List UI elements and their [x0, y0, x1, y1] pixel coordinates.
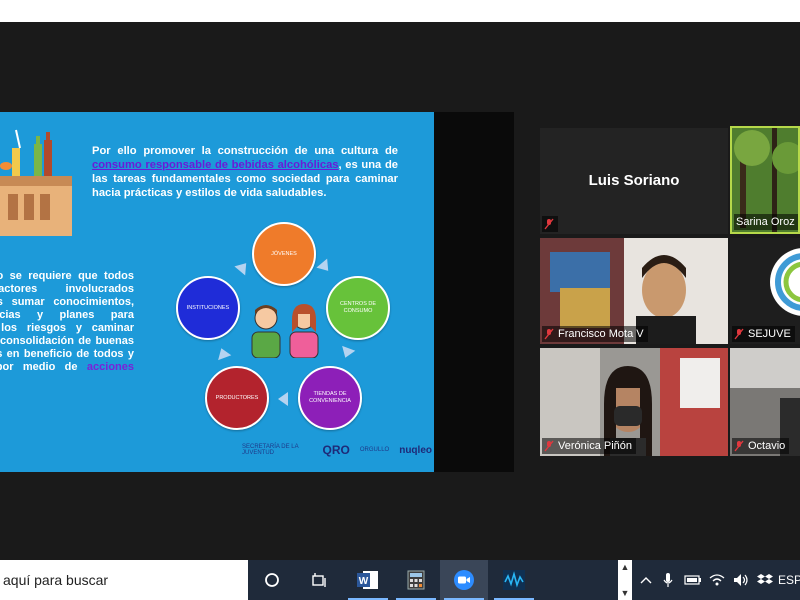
- participant-name: Octavio: [748, 440, 786, 452]
- slide-footer-logos: SECRETARÍA DE LA JUVENTUD QRO ORGULLO nu…: [242, 442, 432, 458]
- language-indicator[interactable]: ESP: [778, 560, 800, 600]
- scroll-up-icon[interactable]: ▲: [621, 562, 630, 572]
- footer-qro-logo: QRO: [322, 443, 350, 457]
- participant-name-tag: [542, 216, 558, 232]
- participant-name: SEJUVE: [748, 328, 791, 340]
- windows-taskbar: aquí para buscar W ▲ ▼ ESP: [0, 560, 800, 600]
- slide-title: Por ello promover la construcción de una…: [92, 144, 398, 200]
- participant-tile[interactable]: SEJUVE: [730, 238, 800, 344]
- muted-mic-icon: [544, 440, 554, 452]
- zoom-icon: [454, 570, 474, 590]
- node-jovenes: JÓVENES: [252, 222, 316, 286]
- node-instituciones: INSTITUCIONES: [176, 276, 240, 340]
- participant-name-tag: Francisco Mota V: [542, 326, 648, 342]
- microphone-tray-icon[interactable]: [658, 560, 678, 600]
- shared-screen-margin: [434, 112, 514, 472]
- footer-nuqleo-logo: nuqleo: [399, 444, 432, 456]
- taskbar-scroll[interactable]: ▲ ▼: [618, 560, 632, 600]
- cycle-arrow-5: [234, 258, 252, 276]
- task-view-button[interactable]: [296, 560, 344, 600]
- top-white-strip: [0, 0, 800, 22]
- participant-tile[interactable]: Francisco Mota V: [540, 238, 728, 344]
- audio-app-button[interactable]: [490, 560, 538, 600]
- slide-body-main: Para ello se requiere que todos los acto…: [0, 270, 134, 373]
- search-placeholder: aquí para buscar: [3, 572, 109, 588]
- participant-tile[interactable]: Luis Soriano: [540, 128, 728, 234]
- participant-tile[interactable]: Octavio: [730, 348, 800, 456]
- zoom-app-button[interactable]: [440, 560, 488, 600]
- calculator-app-button[interactable]: [392, 560, 440, 600]
- scroll-down-icon[interactable]: ▼: [621, 588, 630, 598]
- participant-name-tag: Sarina Oroz: [734, 214, 798, 230]
- wifi-tray-icon[interactable]: [706, 560, 728, 600]
- node-tiendas-conveniencia: TIENDAS DE CONVENIENCIA: [298, 366, 362, 430]
- svg-text:W: W: [359, 576, 369, 587]
- participant-name: Sarina Oroz: [736, 216, 795, 228]
- waveform-app-icon: [503, 570, 525, 590]
- cortana-button[interactable]: [248, 560, 296, 600]
- participant-name-center: Luis Soriano: [588, 172, 680, 189]
- slide-body-text: Para ello se requiere que todos los acto…: [0, 270, 134, 387]
- word-app-button[interactable]: W: [344, 560, 392, 600]
- participant-name: Francisco Mota V: [558, 328, 644, 340]
- footer-gov-logo: SECRETARÍA DE LA JUVENTUD: [242, 444, 299, 456]
- slide-title-part1: Por ello promover la construcción de una…: [92, 145, 398, 157]
- battery-tray-icon[interactable]: [682, 560, 704, 600]
- tray-overflow-chevron-icon[interactable]: [636, 560, 656, 600]
- participant-name-tag: Verónica Piñón: [542, 438, 636, 454]
- cycle-arrow-2: [338, 345, 356, 361]
- taskbar-search-box[interactable]: aquí para buscar: [0, 560, 248, 600]
- calculator-icon: [407, 570, 425, 590]
- participant-name-tag: Octavio: [732, 438, 790, 454]
- volume-tray-icon[interactable]: [730, 560, 752, 600]
- node-centros-consumo: CENTROS DE CONSUMO: [326, 276, 390, 340]
- task-view-icon: [312, 573, 326, 587]
- shared-screen-slide: Por ello promover la construcción de una…: [0, 112, 434, 472]
- cortana-circle-icon: [265, 573, 279, 587]
- people-illustration: [251, 304, 319, 358]
- participant-tile-active-speaker[interactable]: Sarina Oroz: [730, 126, 800, 234]
- word-icon: W: [357, 571, 378, 589]
- participant-tile[interactable]: Verónica Piñón: [540, 348, 728, 456]
- cycle-arrow-4: [214, 345, 232, 361]
- muted-mic-icon: [734, 440, 744, 452]
- cycle-arrow-3: [278, 392, 288, 406]
- node-productores: PRODUCTORES: [205, 366, 269, 430]
- participant-name: Verónica Piñón: [558, 440, 632, 452]
- cycle-arrow-1: [316, 258, 334, 276]
- muted-mic-icon: [734, 328, 744, 340]
- participant-name-tag: SEJUVE: [732, 326, 795, 342]
- muted-mic-icon: [544, 218, 554, 230]
- slide-title-highlight: consumo responsable de bebidas alcohólic…: [92, 159, 339, 171]
- language-text: ESP: [778, 573, 800, 587]
- bar-illustration: [0, 129, 72, 236]
- footer-qro-sub: ORGULLO: [359, 447, 390, 453]
- muted-mic-icon: [544, 328, 554, 340]
- dropbox-tray-icon[interactable]: [754, 560, 776, 600]
